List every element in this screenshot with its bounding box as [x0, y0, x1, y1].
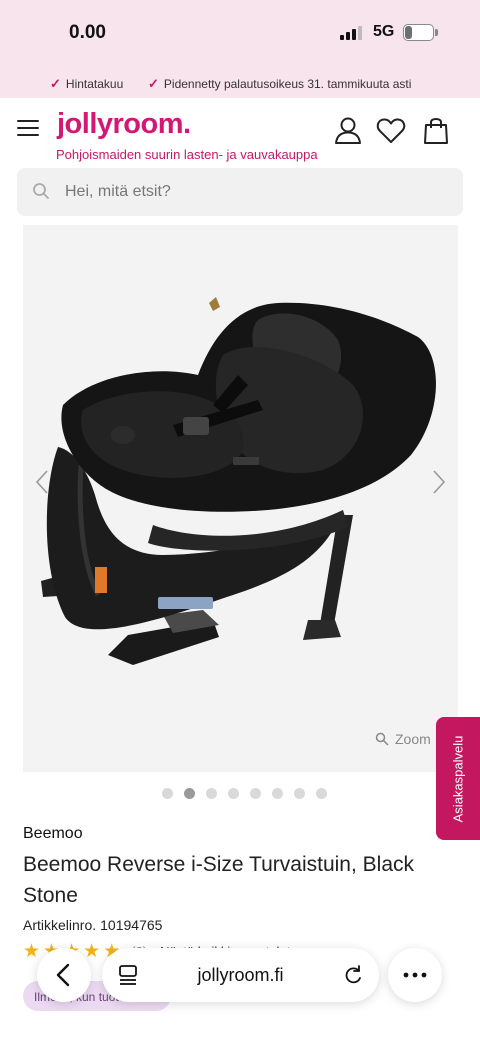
heart-icon[interactable] [376, 115, 406, 145]
logo[interactable]: jollyroom. [57, 108, 191, 141]
product-brand[interactable]: Beemoo [23, 825, 83, 843]
status-time: 0.00 [69, 22, 106, 43]
promo-text: Pidennetty palautusoikeus 31. tammikuuta… [163, 77, 412, 91]
gallery-dot[interactable] [250, 788, 261, 799]
search-input[interactable] [65, 168, 445, 216]
more-button[interactable] [388, 948, 442, 1002]
page: 0.00 5G 24 ✓ Hintatakuu ✓ Pidennetty pal… [0, 0, 480, 1040]
gallery-dot[interactable] [162, 788, 173, 799]
battery-icon: 24 [403, 24, 434, 41]
back-icon [56, 963, 70, 987]
search-icon [33, 183, 49, 199]
network-label: 5G [373, 23, 395, 40]
address-bar[interactable]: jollyroom.fi [102, 948, 379, 1002]
product-title: Beemoo Reverse i-Size Turvaistuin, Black… [23, 853, 414, 907]
promo-item-returns: ✓ Pidennetty palautusoikeus 31. tammikuu… [148, 76, 411, 92]
article-number: Artikkelinro. 10194765 [23, 917, 162, 933]
gallery-dot[interactable] [228, 788, 239, 799]
article-value: 10194765 [100, 917, 163, 933]
signal-icon [340, 26, 362, 40]
product-image[interactable] [23, 225, 458, 772]
menu-icon[interactable] [17, 120, 39, 136]
zoom-icon [375, 732, 389, 746]
check-icon: ✓ [50, 76, 61, 91]
promo-item-price: ✓ Hintatakuu [50, 76, 123, 92]
zoom-button[interactable]: Zoom [375, 731, 431, 747]
article-label: Artikkelinro. [23, 917, 97, 933]
customer-service-tab[interactable]: Asiakaspalvelu [436, 717, 480, 840]
product-image-gallery[interactable]: Zoom [23, 225, 458, 772]
gallery-dots[interactable] [162, 788, 327, 799]
user-icon[interactable] [333, 115, 363, 145]
more-icon [403, 972, 427, 978]
bag-icon[interactable] [421, 115, 451, 145]
search-bar[interactable] [17, 168, 463, 216]
promo-text: Hintatakuu [65, 77, 124, 91]
battery-tip [435, 29, 438, 36]
url-text[interactable]: jollyroom.fi [102, 965, 379, 986]
back-button[interactable] [37, 948, 91, 1002]
zoom-label: Zoom [395, 731, 431, 747]
reload-icon[interactable] [342, 964, 364, 986]
gallery-dot[interactable] [272, 788, 283, 799]
chevron-left-icon[interactable] [33, 467, 53, 497]
gallery-dot[interactable] [184, 788, 195, 799]
tagline: Pohjoismaiden suurin lasten- ja vauvakau… [56, 147, 318, 162]
gallery-dot[interactable] [294, 788, 305, 799]
chevron-right-icon[interactable] [428, 467, 448, 497]
battery-percent: 24 [412, 26, 425, 38]
check-icon: ✓ [148, 76, 159, 91]
gallery-dot[interactable] [316, 788, 327, 799]
gallery-dot[interactable] [206, 788, 217, 799]
customer-service-label: Asiakaspalvelu [450, 735, 466, 822]
